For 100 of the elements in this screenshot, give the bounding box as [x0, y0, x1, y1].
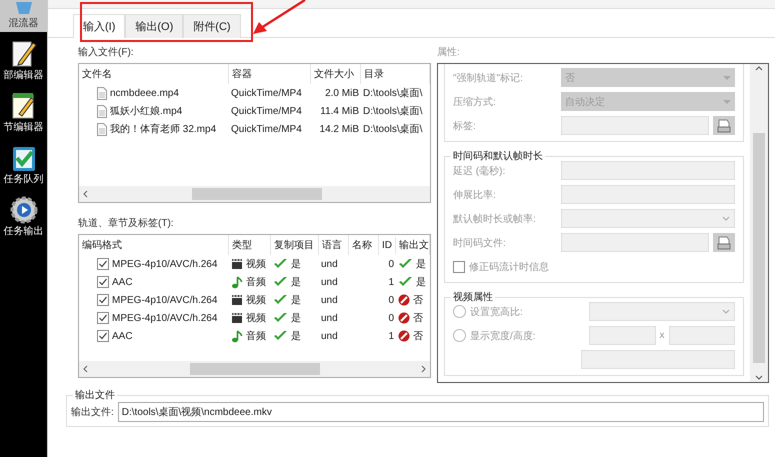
column-header[interactable]: 文件大小 — [311, 64, 361, 84]
music-note-icon — [231, 276, 243, 288]
checkbox[interactable] — [97, 294, 109, 306]
table-cell: 1 — [388, 330, 394, 342]
sidebar-item[interactable]: 任务输出 — [0, 194, 47, 240]
input-field[interactable] — [561, 116, 709, 135]
tab[interactable]: 输入(I) — [73, 14, 126, 38]
column-header[interactable]: 语言 — [319, 235, 349, 255]
file-name[interactable]: 狐妖小红娘.mp4 — [110, 104, 182, 118]
column-header[interactable]: 复制项目 — [271, 235, 319, 255]
combo-box[interactable] — [589, 302, 735, 321]
column-header[interactable]: 类型 — [229, 235, 271, 255]
input-field[interactable] — [581, 350, 735, 369]
prohibited-icon — [398, 330, 410, 342]
sidebar-item[interactable]: 部编辑器 — [0, 38, 47, 84]
scroll-right-icon[interactable] — [421, 365, 426, 373]
table-cell-text: 是 — [291, 330, 301, 343]
annotation-arrow — [253, 0, 308, 36]
output-path-field[interactable]: D:\tools\桌面\视频\ncmbdeee.mkv — [118, 402, 764, 422]
tray-icon — [716, 236, 732, 250]
browse-button[interactable] — [713, 233, 735, 252]
clapperboard-icon — [231, 312, 243, 324]
prohibited-icon — [398, 312, 410, 324]
browse-button[interactable] — [713, 116, 735, 135]
field-label: "强制轨道"标记: — [453, 72, 524, 84]
scroll-left-icon[interactable] — [83, 365, 88, 373]
clapperboard-icon — [231, 258, 243, 270]
table-cell: und — [321, 294, 338, 306]
scrollbar[interactable] — [750, 64, 768, 382]
scroll-down-icon[interactable] — [755, 375, 763, 380]
dropdown-arrow-icon — [723, 74, 731, 80]
width-field[interactable] — [589, 326, 656, 345]
checkmark-icon — [398, 276, 413, 288]
group-title: 时间码和默认帧时长 — [451, 149, 545, 163]
table-cell-text: 是 — [291, 294, 301, 307]
table-cell-text: 音频 — [246, 330, 266, 343]
table-cell-text: D:\tools\桌面\ — [363, 122, 422, 136]
table-cell-text: 视频 — [246, 258, 266, 271]
tab[interactable]: 附件(C) — [183, 14, 241, 38]
checkbox[interactable] — [97, 276, 109, 288]
checkbox[interactable] — [97, 258, 109, 270]
height-field[interactable] — [668, 326, 735, 345]
combo-box[interactable] — [561, 209, 735, 228]
field-label: 延迟 (毫秒): — [453, 164, 506, 178]
table-cell-text: 否 — [413, 330, 423, 343]
codec-name: MPEG-4p10/AVC/h.264 — [112, 294, 218, 306]
table-cell-text: D:\tools\桌面\ — [363, 86, 422, 100]
codec-name: MPEG-4p10/AVC/h.264 — [112, 258, 218, 270]
checkbox[interactable] — [97, 312, 109, 324]
column-header[interactable]: 容器 — [229, 64, 311, 84]
input-field[interactable] — [561, 161, 735, 180]
sidebar-item[interactable]: 节编辑器 — [0, 90, 47, 136]
checkbox[interactable] — [97, 330, 109, 342]
tab[interactable]: 输出(O) — [125, 14, 184, 38]
table-cell-text: 是 — [416, 276, 426, 289]
column-header[interactable]: 文件名 — [79, 64, 229, 84]
notepad-pencil-icon — [10, 92, 36, 120]
radio-button[interactable] — [453, 329, 466, 342]
column-header[interactable]: 名称 — [349, 235, 379, 255]
section-label: 轨道、章节及标签(T): — [78, 216, 175, 231]
table-cell-text: 否 — [413, 294, 423, 307]
document-icon — [97, 104, 107, 118]
column-header[interactable]: ID — [379, 236, 396, 254]
checkmark-icon — [273, 294, 288, 306]
tray-icon — [716, 118, 732, 132]
field-label: 压缩方式: — [453, 96, 497, 108]
table-cell: 0 — [388, 294, 394, 306]
scrollbar[interactable] — [79, 186, 430, 202]
column-header[interactable]: 输出文 — [396, 235, 430, 255]
sidebar-item[interactable]: 任务队列 — [0, 142, 47, 188]
column-header[interactable]: 编码格式 — [79, 235, 229, 255]
field-label: 时间码文件: — [453, 236, 507, 250]
table-cell-text: 是 — [291, 276, 301, 289]
table-cell: QuickTime/MP4 — [231, 124, 302, 134]
table-cell-text: 是 — [291, 258, 301, 271]
table-cell: und — [321, 276, 338, 288]
scroll-left-icon[interactable] — [83, 190, 88, 198]
scrollbar[interactable] — [79, 361, 430, 377]
scroll-up-icon[interactable] — [755, 66, 763, 71]
codec-name: AAC — [112, 276, 133, 288]
sidebar-item[interactable]: 混流器 — [0, 0, 47, 32]
pencil-notepad-icon — [10, 40, 36, 68]
radio-button[interactable] — [453, 305, 466, 318]
radio-label: 设置宽高比: — [470, 306, 524, 318]
table-cell-text: D:\tools\桌面\ — [363, 104, 422, 118]
checkbox[interactable] — [453, 260, 465, 272]
checkmark-icon — [398, 258, 413, 270]
file-name[interactable]: 我的！体育老师 32.mp4 — [110, 122, 216, 136]
table-cell: 11.4 MiB — [320, 106, 359, 116]
column-header[interactable]: 目录 — [361, 64, 430, 84]
table-cell-text: 是 — [416, 258, 426, 271]
checkmark-icon — [273, 330, 288, 342]
input-field[interactable] — [561, 185, 735, 204]
codec-name: AAC — [112, 330, 133, 342]
input-field[interactable] — [561, 233, 709, 252]
table-cell: und — [321, 312, 338, 324]
gear-play-icon — [10, 196, 38, 224]
music-note-icon — [231, 330, 243, 342]
file-name[interactable]: ncmbdeee.mp4 — [110, 88, 179, 98]
table-cell-text: 是 — [291, 312, 301, 325]
